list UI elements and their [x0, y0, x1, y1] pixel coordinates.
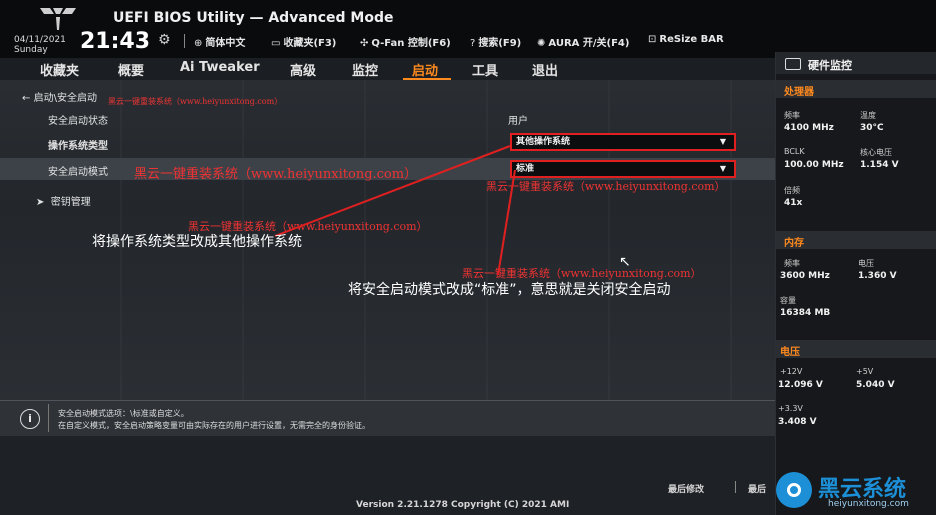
brand-logo-inner — [787, 483, 801, 497]
hardware-monitor-title: 硬件监控 — [808, 59, 852, 72]
voltage-section-title: 电压 — [780, 347, 800, 358]
info-divider — [48, 404, 49, 432]
hardware-monitor-panel — [775, 52, 936, 515]
mem-cap-label: 容量 — [780, 296, 796, 305]
monitor-icon — [785, 58, 801, 70]
v33-label: +3.3V — [778, 404, 803, 413]
annotation-secure-mode: 将安全启动模式改成“标准”，意思就是关闭安全启动 — [348, 282, 671, 298]
mem-freq-value: 3600 MHz — [780, 271, 830, 281]
vcore-label: 核心电压 — [860, 148, 892, 157]
arrow-to-os-type — [274, 145, 511, 237]
v12-label: +12V — [780, 367, 803, 376]
annotation-os-type: 将操作系统类型改成其他操作系统 — [92, 234, 302, 250]
version-text: Version 2.21.1278 Copyright (C) 2021 AMI — [356, 500, 570, 510]
memory-section-title: 内存 — [784, 238, 804, 249]
mem-volt-label: 电压 — [858, 259, 874, 268]
cpu-freq-label: 频率 — [784, 111, 800, 120]
ratio-value: 41x — [784, 198, 803, 208]
cpu-section-title: 处理器 — [784, 87, 814, 98]
mouse-cursor-icon: ↖ — [619, 254, 631, 270]
arrow-to-secure-mode — [497, 169, 516, 276]
v12-value: 12.096 V — [778, 380, 823, 390]
brand-url: heiyunxitong.com — [828, 499, 909, 509]
mem-freq-label: 频率 — [784, 259, 800, 268]
help-text-line1: 安全启动模式选项：\标准或自定义。 — [58, 409, 189, 418]
v5-value: 5.040 V — [856, 380, 895, 390]
bclk-label: BCLK — [784, 147, 805, 156]
ratio-label: 倍频 — [784, 186, 800, 195]
bclk-value: 100.00 MHz — [784, 160, 844, 170]
cpu-temp-label: 温度 — [860, 111, 876, 120]
cpu-temp-value: 30°C — [860, 123, 884, 133]
cpu-freq-value: 4100 MHz — [784, 123, 834, 133]
info-icon: i — [20, 409, 40, 429]
help-text-line2: 在自定义模式，安全启动策略变量可由实际存在的用户进行设置，无需完全的身份验证。 — [58, 421, 370, 430]
voltage-section-bar — [776, 340, 936, 358]
v5-label: +5V — [856, 367, 874, 376]
v33-value: 3.408 V — [778, 417, 817, 427]
mem-volt-value: 1.360 V — [858, 271, 897, 281]
mem-cap-value: 16384 MB — [780, 308, 831, 318]
last-modified-button[interactable]: 最后修改 — [668, 482, 704, 495]
ez-mode-button[interactable]: 最后 — [748, 482, 766, 495]
footer-divider — [735, 481, 736, 493]
vcore-value: 1.154 V — [860, 160, 899, 170]
